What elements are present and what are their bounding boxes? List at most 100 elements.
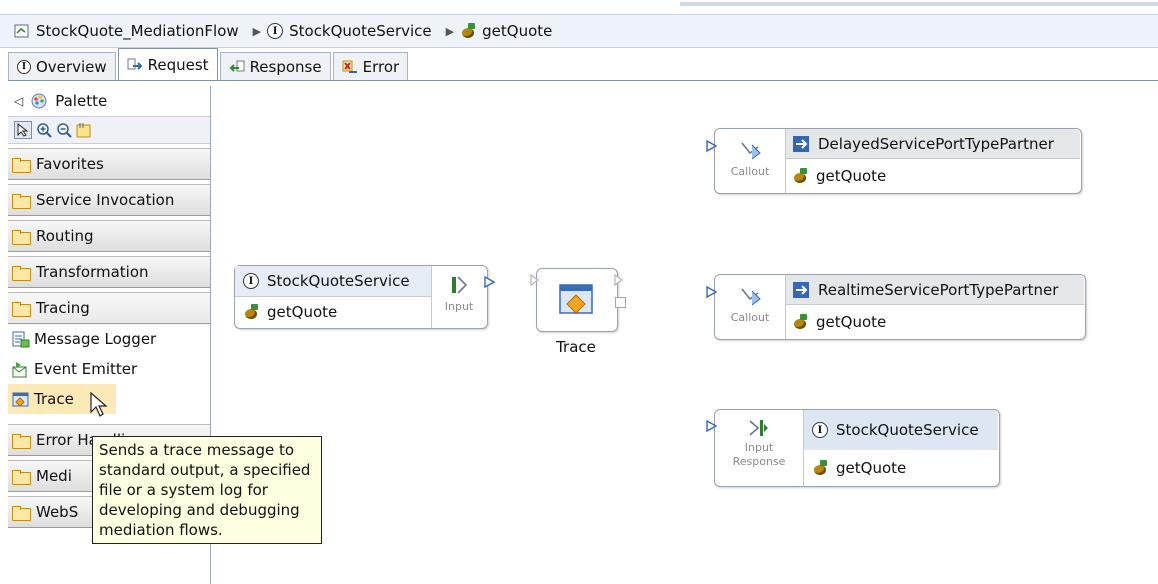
callout-node-delayed[interactable]: Callout DelayedServicePortTypePartner ge… [714,128,1082,194]
folder-icon [12,157,31,173]
folder-icon [12,505,31,521]
input-response-header: I StockQuoteService [804,410,998,450]
input-response-operation-row: getQuote [804,452,906,484]
drawer-label: Routing [36,227,94,245]
callout-partner: RealtimeServicePortTypePartner [818,280,1059,299]
mediation-flow-icon [14,23,30,39]
fail-terminal[interactable] [615,297,626,308]
input-response-terminal[interactable]: Input Response [715,410,804,486]
callout-operation-row: getQuote [786,307,886,337]
trace-icon [12,391,29,407]
input-response-icon [749,420,768,436]
trace-tooltip: Sends a trace message to standard output… [92,436,322,544]
palette-item-label: Trace [34,390,74,408]
input-terminal-icon [448,276,470,300]
callout-operation-row: getQuote [786,161,886,191]
terminal-label: Input [744,441,774,454]
folder-icon [12,469,31,485]
output-port-icon[interactable] [614,274,624,286]
palette-item-label: Message Logger [34,330,157,348]
mediation-flow-canvas[interactable]: I StockQuoteService getQuote Input Trace [210,86,1158,584]
tooltip-line: Sends a trace message to [99,441,295,459]
drawer-favorites[interactable]: Favorites [8,148,210,180]
callout-header: RealtimeServicePortTypePartner [786,275,1084,305]
breadcrumb-item-flow[interactable]: StockQuote_MediationFlow [14,22,239,40]
callout-header: DelayedServicePortTypePartner [786,129,1080,159]
operation-icon [460,23,476,39]
input-node-header: I StockQuoteService [235,266,431,297]
drawer-transformation[interactable]: Transformation [8,256,210,288]
palette-item-event-emitter[interactable]: Event Emitter [8,354,210,384]
palette-toolbar [8,116,210,144]
message-logger-icon [12,331,30,348]
tab-request[interactable]: Request [117,48,218,80]
drawer-label: WebS [36,503,79,521]
drawer-label: Tracing [36,299,90,317]
breadcrumb-separator-icon: ▶ [445,24,455,38]
drawer-tracing[interactable]: Tracing [8,292,210,324]
tab-overview[interactable]: I Overview [8,52,116,80]
terminal-label: Response [732,455,786,468]
input-port-icon[interactable] [706,420,718,432]
tab-response[interactable]: Response [219,52,331,80]
palette-item-message-logger[interactable]: Message Logger [8,324,210,354]
input-port-icon[interactable] [530,274,540,286]
input-node-operation-row: getQuote [235,297,431,327]
window-top-strip [0,0,1158,8]
input-response-node[interactable]: Input Response I StockQuoteService getQu… [714,409,1000,487]
event-emitter-icon [12,361,28,378]
breadcrumb-item-operation[interactable]: getQuote [460,22,552,40]
input-port-icon[interactable] [706,286,718,298]
error-flow-icon [342,59,358,75]
palette-item-label: Event Emitter [34,360,138,378]
drawer-label: Medi [36,467,72,485]
collapse-palette-icon[interactable]: ◁ [14,94,23,108]
callout-node-realtime[interactable]: Callout RealtimeServicePortTypePartner g… [714,274,1086,340]
partner-reference-icon [793,281,809,298]
response-arrow-icon [229,59,245,75]
folder-icon [12,433,31,449]
partner-reference-icon [793,135,809,152]
interface-icon: I [17,59,31,74]
drawer-service-invocation[interactable]: Service Invocation [8,184,210,216]
tab-label: Request [147,55,209,74]
callout-arrow-icon [741,142,761,160]
input-port-icon[interactable] [706,140,718,152]
breadcrumb-item-interface[interactable]: I StockQuoteService [267,22,432,40]
mouse-cursor-icon [90,392,108,417]
output-port-icon[interactable] [484,276,496,288]
callout-operation: getQuote [816,313,887,331]
interface-icon: I [267,23,284,39]
callout-terminal[interactable]: Callout [715,129,786,193]
callout-terminal[interactable]: Callout [715,275,786,339]
interface-icon: I [243,273,259,289]
drawer-label: Favorites [36,155,104,173]
input-response-operation: getQuote [836,459,907,477]
input-node[interactable]: I StockQuoteService getQuote Input [234,265,488,329]
palette-title: Palette [55,92,108,110]
open-folder-icon [12,301,31,317]
interface-icon: I [812,422,828,438]
tab-error[interactable]: Error [332,52,409,80]
palette-header: ◁ Palette [8,86,210,116]
zoom-out-icon[interactable] [56,122,72,138]
operation-icon [792,314,808,330]
note-tool-icon[interactable] [76,122,92,138]
tab-divider [8,80,1158,81]
tab-label: Error [362,57,400,76]
input-node-service: StockQuoteService [267,272,410,290]
breadcrumb-label: getQuote [482,22,553,40]
folder-icon [12,265,31,281]
zoom-in-icon[interactable] [36,122,52,138]
tooltip-line: mediation flows. [99,521,223,539]
palette-icon [31,93,47,109]
select-tool-icon[interactable] [14,121,32,139]
trace-node[interactable] [536,268,618,332]
drawer-routing[interactable]: Routing [8,220,210,252]
input-terminal[interactable]: Input [435,274,483,313]
callout-partner: DelayedServicePortTypePartner [818,134,1054,153]
breadcrumb-separator-icon: ▶ [252,24,262,38]
breadcrumb-label: StockQuote_MediationFlow [36,22,239,40]
input-node-operation: getQuote [267,303,338,321]
terminal-label: Callout [730,311,770,324]
